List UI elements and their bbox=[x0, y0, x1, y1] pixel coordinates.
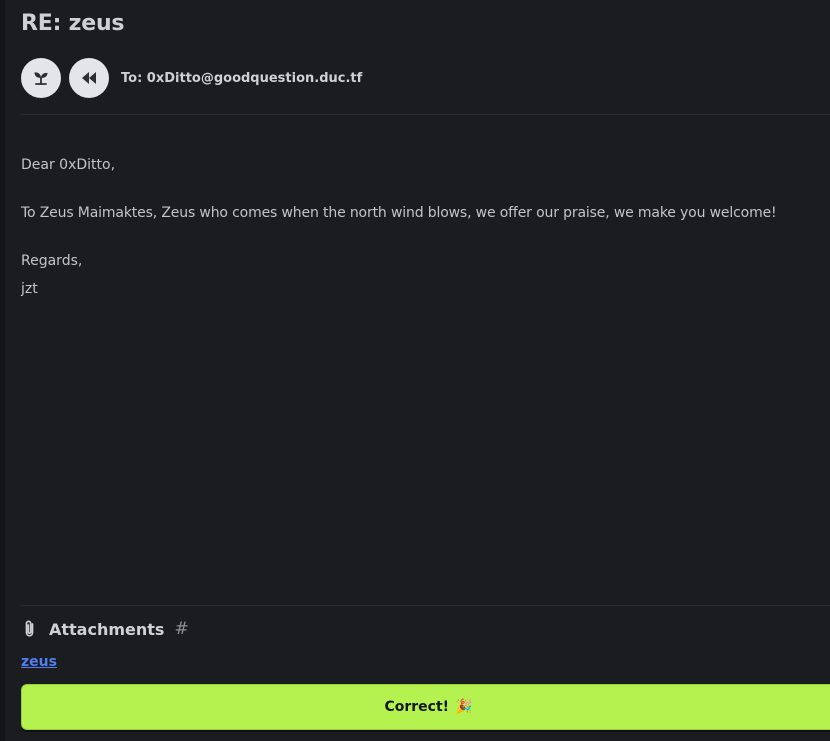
party-popper-icon: 🎉 bbox=[455, 699, 473, 715]
sender-avatar bbox=[21, 58, 61, 98]
attachments-anchor-link[interactable]: # bbox=[174, 619, 188, 639]
rewind-icon bbox=[82, 72, 96, 84]
recipient-address: To: 0xDitto@goodquestion.duc.tf bbox=[121, 70, 363, 86]
left-edge-strip bbox=[0, 0, 5, 741]
body-message: To Zeus Maimaktes, Zeus who comes when t… bbox=[21, 205, 777, 221]
attachments-title: Attachments bbox=[49, 619, 165, 639]
header-divider bbox=[21, 114, 830, 115]
attachment-file-link[interactable]: zeus bbox=[21, 654, 57, 670]
attachments-heading: Attachments # bbox=[21, 617, 189, 641]
email-subject: RE: zeus bbox=[21, 11, 125, 36]
attachments-divider bbox=[21, 605, 830, 606]
reply-button[interactable] bbox=[69, 58, 109, 98]
correct-button-label: Correct! bbox=[384, 699, 450, 715]
paperclip-icon bbox=[25, 620, 34, 637]
body-greeting: Dear 0xDitto, bbox=[21, 157, 116, 173]
body-sender: jzt bbox=[21, 281, 38, 297]
body-closing: Regards, bbox=[21, 253, 83, 269]
correct-button[interactable]: Correct! 🎉 bbox=[21, 684, 830, 730]
email-header: To: 0xDitto@goodquestion.duc.tf bbox=[21, 58, 362, 98]
sprout-icon bbox=[34, 72, 48, 85]
